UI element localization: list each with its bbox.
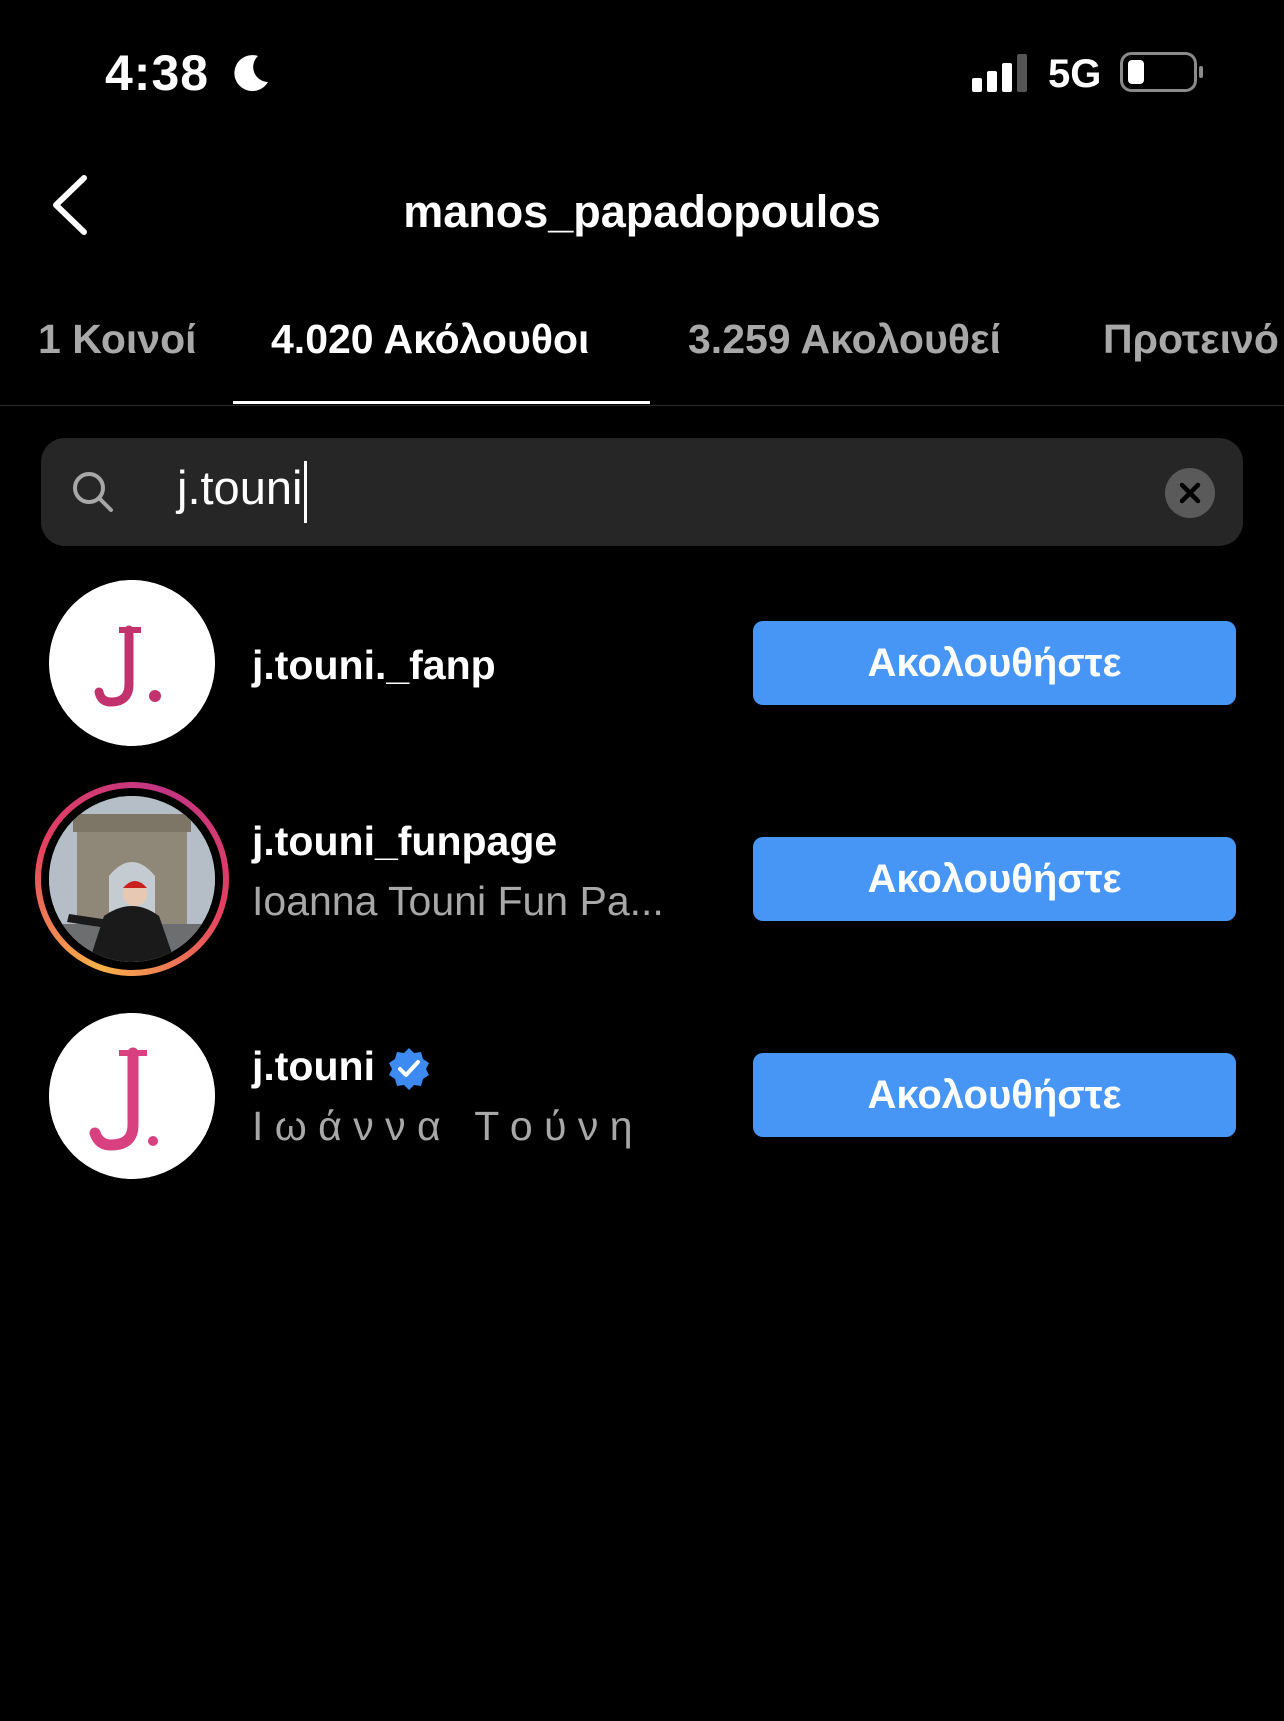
close-icon — [1179, 482, 1201, 504]
j-logo-avatar — [49, 1013, 215, 1179]
search-bar[interactable]: j.touni — [41, 438, 1243, 546]
avatar[interactable] — [49, 580, 215, 746]
j-logo-avatar — [49, 580, 215, 746]
list-item[interactable]: j.touni_funpage Ioanna Touni Fun Pa... Α… — [0, 782, 1284, 982]
status-time: 4:38 — [105, 45, 210, 101]
text-caret — [304, 460, 308, 523]
tab-followers[interactable]: 4.020 Ακόλουθοι — [271, 316, 589, 363]
username[interactable]: j.touni — [252, 1043, 375, 1090]
follow-tabs: 1 Κοινοί 4.020 Ακόλουθοι 3.259 Ακολουθεί… — [0, 280, 1284, 406]
battery-icon — [1120, 52, 1203, 92]
arc-de-triomphe-photo — [49, 796, 215, 962]
verified-badge-icon — [389, 1048, 429, 1090]
list-item[interactable]: j.touni Ι ω ά ν ν α Τ ο ύ ν η Ακολουθήστ… — [0, 1013, 1284, 1213]
search-input[interactable]: j.touni — [177, 460, 308, 523]
profile-header: manos_papadopoulos — [0, 150, 1284, 270]
tab-following[interactable]: 3.259 Ακολουθεί — [688, 316, 1001, 363]
follow-button[interactable]: Ακολουθήστε — [753, 621, 1236, 705]
avatar[interactable] — [49, 1013, 215, 1179]
list-item[interactable]: j.touni._fanp Ακολουθήστε — [0, 580, 1284, 780]
username[interactable]: j.touni_funpage — [252, 818, 557, 865]
active-tab-indicator — [233, 401, 650, 404]
tab-suggested[interactable]: Προτεινό — [1103, 316, 1279, 363]
search-input-value: j.touni — [177, 461, 303, 514]
full-name: Ioanna Touni Fun Pa... — [252, 878, 664, 924]
clear-search-button[interactable] — [1165, 468, 1215, 518]
tab-mutual[interactable]: 1 Κοινοί — [38, 316, 197, 363]
follow-button[interactable]: Ακολουθήστε — [753, 1053, 1236, 1137]
network-type: 5G — [1048, 52, 1102, 96]
avatar — [49, 796, 215, 962]
full-name: Ι ω ά ν ν α Τ ο ύ ν η — [252, 1103, 633, 1149]
moon-icon — [234, 55, 268, 92]
follow-button[interactable]: Ακολουθήστε — [753, 837, 1236, 921]
story-ring[interactable] — [35, 782, 229, 976]
username[interactable]: j.touni._fanp — [252, 642, 496, 689]
signal-icon — [972, 54, 1027, 92]
page-title: manos_papadopoulos — [403, 186, 881, 237]
status-bar: 4:38 5G — [0, 0, 1284, 150]
search-icon — [73, 472, 113, 512]
